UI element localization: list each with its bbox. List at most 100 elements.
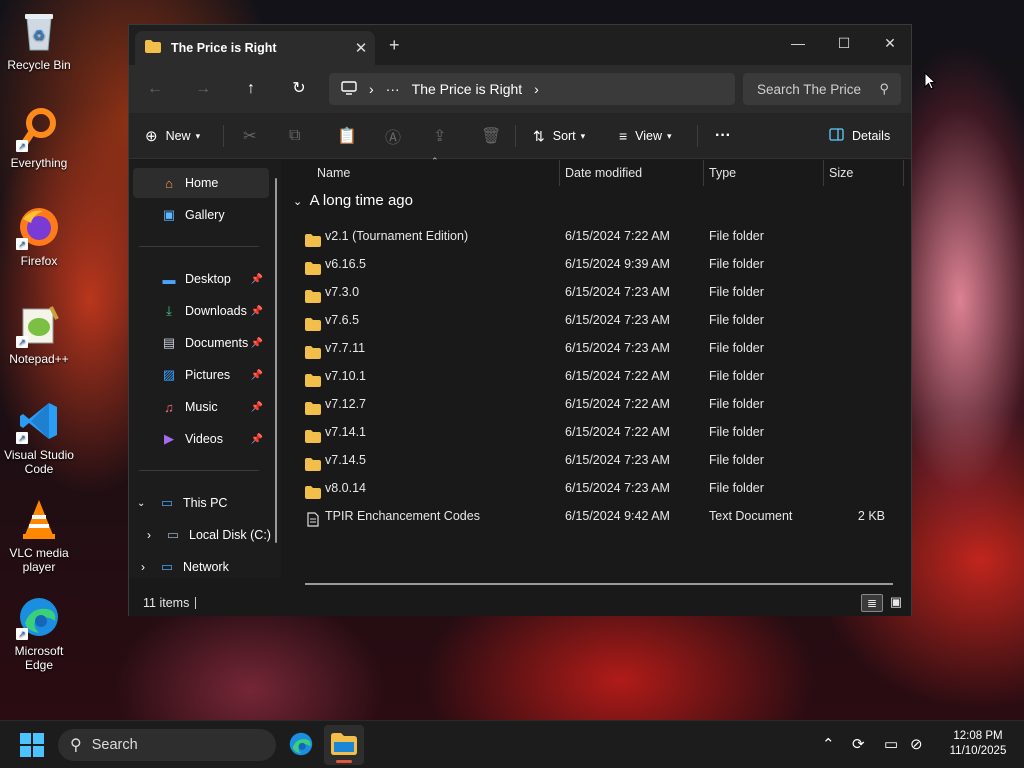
sidebar-item-pictures[interactable]: ▨ Pictures 📌 <box>133 360 269 390</box>
table-row[interactable]: v7.14.1 6/15/2024 7:22 AM File folder <box>297 418 897 446</box>
horizontal-scrollbar[interactable] <box>305 583 893 585</box>
column-divider[interactable] <box>559 160 560 186</box>
pin-icon[interactable]: 📌 <box>251 402 263 413</box>
table-row[interactable]: TPIR Enchancement Codes 6/15/2024 9:42 AM… <box>297 502 897 530</box>
desktop-icon-everything[interactable]: ↗ Everything <box>2 106 76 170</box>
sidebar-item-gallery[interactable]: ▣ Gallery <box>133 200 269 230</box>
chevron-right-icon[interactable]: › <box>369 81 374 97</box>
sidebar-item-music[interactable]: ♫ Music 📌 <box>133 392 269 422</box>
table-row[interactable]: v7.12.7 6/15/2024 7:22 AM File folder <box>297 390 897 418</box>
desktop-icon-vscode[interactable]: ↗ Visual Studio Code <box>2 398 76 476</box>
chevron-right-icon[interactable]: › <box>141 560 157 574</box>
share-icon[interactable]: ⇪ <box>433 123 446 149</box>
column-header-size[interactable]: Size <box>829 160 853 186</box>
search-input[interactable]: Search The Price ⚲ <box>743 73 901 105</box>
sort-button[interactable]: ⇅ Sort ▾ <box>533 123 585 149</box>
desktop-icon-firefox[interactable]: ↗ Firefox <box>2 204 76 268</box>
file-type: File folder <box>709 397 764 411</box>
system-clock[interactable]: 12:08 PM 11/10/2025 <box>938 729 1018 759</box>
pin-icon[interactable]: 📌 <box>251 274 263 285</box>
desktop-icon-edge[interactable]: ↗ Microsoft Edge <box>2 594 76 672</box>
pin-icon[interactable]: 📌 <box>251 370 263 381</box>
table-row[interactable]: v2.1 (Tournament Edition) 6/15/2024 7:22 … <box>297 222 897 250</box>
desktop-icon-vlc[interactable]: VLC media player <box>2 496 76 574</box>
forward-button[interactable]: → <box>191 77 215 101</box>
desktop-icon-label: VLC media player <box>9 546 69 574</box>
table-row[interactable]: v8.0.14 6/15/2024 7:23 AM File folder <box>297 474 897 502</box>
minimize-button[interactable]: — <box>775 29 821 57</box>
taskbar: ⚲ Search ⌃ ⟳ ▭ ⊘ 12:08 PM 11/10/2025 <box>0 720 1024 768</box>
column-divider[interactable] <box>703 160 704 186</box>
desktop-icon-label: Firefox <box>20 254 58 268</box>
table-row[interactable]: v7.14.5 6/15/2024 7:23 AM File folder <box>297 446 897 474</box>
delete-icon[interactable]: 🗑 <box>481 123 501 149</box>
chevron-down-icon[interactable]: ⌄ <box>137 498 157 509</box>
mouse-cursor-icon <box>924 71 937 93</box>
sidebar-item-desktop[interactable]: ▬ Desktop 📌 <box>133 264 269 294</box>
taskbar-edge[interactable] <box>288 731 314 760</box>
new-button[interactable]: ⊕ New ▾ <box>145 123 200 149</box>
tab-the-price-is-right[interactable]: The Price is Right ✕ <box>135 31 375 65</box>
show-hidden-icons-chevron[interactable]: ⌃ <box>822 735 835 753</box>
group-header[interactable]: ⌄ A long time ago <box>293 192 413 209</box>
monitor-icon[interactable] <box>341 80 357 98</box>
breadcrumb-overflow[interactable]: ··· <box>386 81 400 97</box>
file-name: v7.12.7 <box>325 397 367 411</box>
copy-icon[interactable]: ⧉ <box>289 123 300 149</box>
taskbar-search[interactable]: ⚲ Search <box>58 729 276 761</box>
sidebar-scrollbar[interactable] <box>275 178 277 543</box>
column-divider[interactable] <box>823 160 824 186</box>
sidebar-item-local-disk[interactable]: › ▭ Local Disk (C:) <box>133 520 273 550</box>
pin-icon[interactable]: 📌 <box>251 306 263 317</box>
start-button[interactable] <box>20 733 44 760</box>
cut-icon[interactable]: ✂ <box>243 123 256 149</box>
tiles-view-icon[interactable]: ▣ <box>885 594 907 612</box>
desktop-icon-notepadpp[interactable]: ↗ Notepad++ <box>2 302 76 366</box>
display-icon[interactable]: ▭ <box>884 735 898 753</box>
column-header-date[interactable]: Date modified <box>565 160 642 186</box>
close-button[interactable]: ✕ <box>867 29 913 57</box>
pin-icon[interactable]: 📌 <box>251 434 263 445</box>
sidebar-item-this-pc[interactable]: ⌄ ▭ This PC <box>133 488 269 518</box>
chevron-right-icon[interactable]: › <box>147 528 163 542</box>
sidebar-item-label: Videos <box>185 432 223 446</box>
paste-icon[interactable]: 📋 <box>337 123 357 149</box>
rename-icon[interactable]: Ⓐ <box>385 123 401 149</box>
videos-icon: ▶ <box>164 431 174 446</box>
maximize-button[interactable]: ☐ <box>821 29 867 57</box>
tab-title: The Price is Right <box>171 41 277 55</box>
column-header-name[interactable]: Name <box>317 160 350 186</box>
sidebar-item-downloads[interactable]: ⤓ Downloads 📌 <box>133 296 269 326</box>
sidebar-item-network[interactable]: › ▭ Network <box>133 552 269 582</box>
more-options-button[interactable]: ··· <box>715 123 731 149</box>
table-row[interactable]: v7.3.0 6/15/2024 7:23 AM File folder <box>297 278 897 306</box>
taskbar-file-explorer[interactable] <box>324 725 364 765</box>
sidebar-item-documents[interactable]: ▤ Documents 📌 <box>133 328 269 358</box>
address-bar[interactable]: › ··· The Price is Right › <box>329 73 735 105</box>
table-row[interactable]: v7.10.1 6/15/2024 7:22 AM File folder <box>297 362 897 390</box>
sidebar-item-label: Music <box>185 400 218 414</box>
refresh-button[interactable]: ↻ <box>287 77 311 101</box>
column-divider[interactable] <box>903 160 904 186</box>
sync-status-icon[interactable]: ⟳ <box>852 735 865 753</box>
details-view-icon[interactable]: ≣ <box>861 594 883 612</box>
back-button[interactable]: ← <box>143 77 167 101</box>
sidebar-item-home[interactable]: ⌂ Home <box>133 168 269 198</box>
details-pane-button[interactable]: Details <box>829 123 890 149</box>
new-tab-button[interactable]: + <box>389 35 400 56</box>
breadcrumb-current[interactable]: The Price is Right <box>412 81 522 97</box>
table-row[interactable]: v7.7.11 6/15/2024 7:23 AM File folder <box>297 334 897 362</box>
up-button[interactable]: ↑ <box>239 77 263 101</box>
file-size: 2 KB <box>857 509 885 523</box>
table-row[interactable]: v6.16.5 6/15/2024 9:39 AM File folder <box>297 250 897 278</box>
column-header-type[interactable]: Type <box>709 160 736 186</box>
network-disconnected-icon[interactable]: ⊘ <box>910 735 923 753</box>
pin-icon[interactable]: 📌 <box>251 338 263 349</box>
sidebar-item-label: Pictures <box>185 368 231 382</box>
tab-close-icon[interactable]: ✕ <box>347 39 375 57</box>
table-row[interactable]: v7.6.5 6/15/2024 7:23 AM File folder <box>297 306 897 334</box>
view-button[interactable]: ≡ View ▾ <box>619 123 672 149</box>
desktop-icon-recycle-bin[interactable]: ♻ Recycle Bin <box>2 8 76 72</box>
chevron-right-icon[interactable]: › <box>534 81 539 97</box>
sidebar-item-videos[interactable]: ▶ Videos 📌 <box>133 424 269 454</box>
